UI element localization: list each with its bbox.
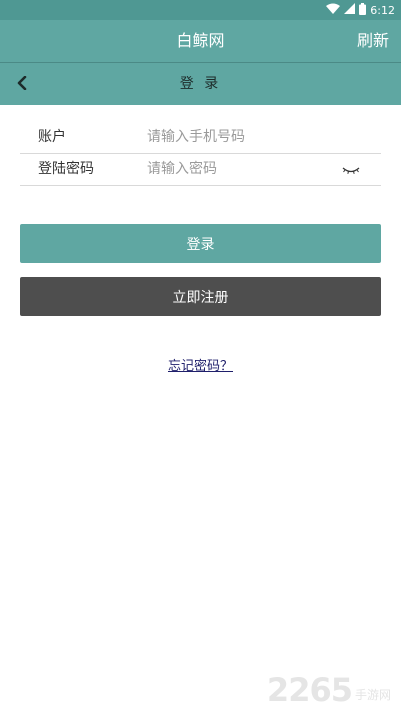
- nav-bar: 登 录: [0, 62, 401, 105]
- account-input[interactable]: [147, 125, 337, 149]
- password-label: 登陆密码: [38, 161, 94, 177]
- password-row: 登陆密码: [20, 153, 381, 186]
- status-time: 6:12: [370, 3, 395, 17]
- status-icons: 6:12: [326, 2, 395, 18]
- password-input[interactable]: [147, 157, 337, 181]
- eye-closed-icon[interactable]: [341, 161, 361, 177]
- signal-icon: [344, 3, 356, 17]
- app-title: 白鲸网: [176, 31, 225, 50]
- battery-icon: [359, 2, 367, 18]
- page-title: 登 录: [179, 76, 222, 92]
- refresh-button[interactable]: 刷新: [357, 20, 389, 62]
- account-label: 账户: [38, 129, 66, 145]
- app-bar: 白鲸网 刷新: [0, 20, 401, 62]
- watermark-text: 手游网: [354, 688, 391, 702]
- watermark: 2265 手游网: [267, 674, 391, 706]
- wifi-icon: [326, 3, 341, 17]
- forgot-password-link[interactable]: 忘记密码？: [168, 359, 233, 374]
- account-row: 账户: [20, 121, 381, 154]
- forgot-password-area: 忘记密码？: [0, 355, 401, 374]
- register-button[interactable]: 立即注册: [20, 277, 381, 316]
- login-button[interactable]: 登录: [20, 224, 381, 263]
- watermark-number: 2265: [266, 671, 353, 709]
- status-bar: 6:12: [0, 0, 401, 20]
